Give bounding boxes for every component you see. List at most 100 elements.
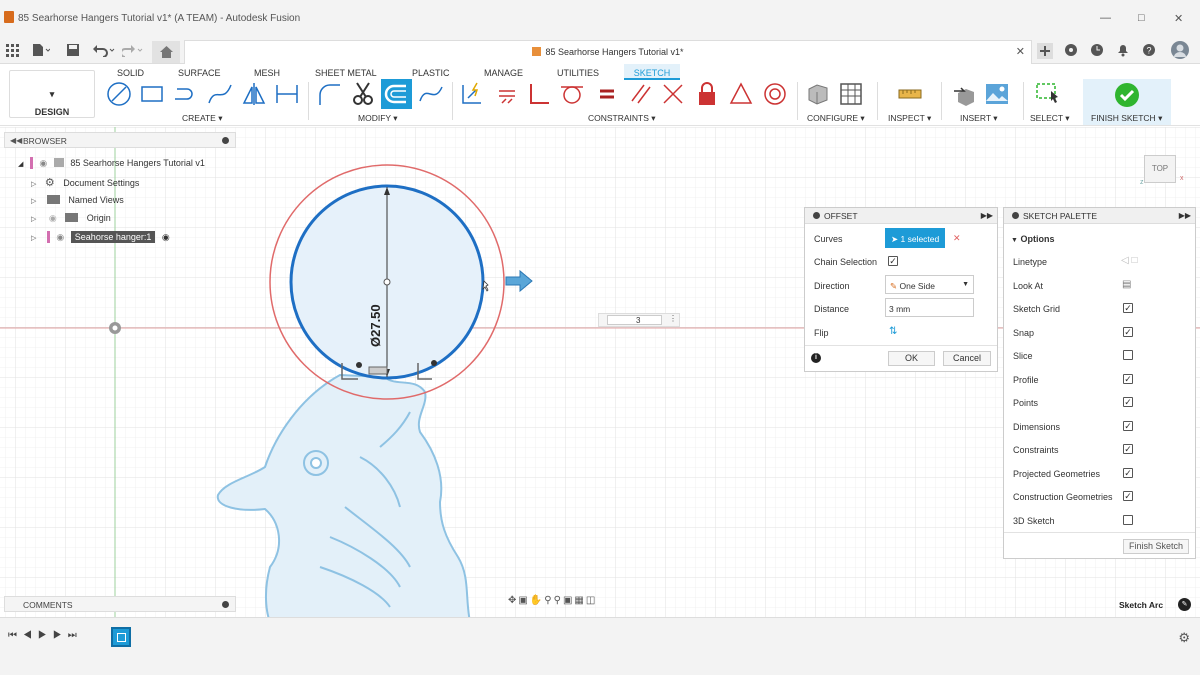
undo-icon[interactable] bbox=[92, 43, 116, 57]
expand-palette-icon[interactable]: ▶▶ bbox=[1179, 211, 1191, 220]
diameter-dimension-label[interactable]: Ø27.50 bbox=[368, 304, 383, 347]
modify-group-label[interactable]: MODIFY ▾ bbox=[358, 113, 398, 124]
new-tab-icon[interactable] bbox=[1037, 43, 1053, 59]
go-to-start-icon[interactable]: ⏮ bbox=[8, 630, 23, 641]
mirror-icon[interactable] bbox=[241, 81, 267, 107]
palette-option-checkbox[interactable] bbox=[1123, 350, 1133, 360]
spline-icon[interactable] bbox=[207, 81, 233, 107]
circle-arc-icon[interactable] bbox=[172, 81, 198, 107]
palette-option-checkbox[interactable]: ✓ bbox=[1123, 397, 1133, 407]
expand-arrow-icon[interactable]: ▷ bbox=[31, 181, 36, 188]
browser-item-document-settings[interactable]: ▷ ⚙ Document Settings bbox=[31, 176, 139, 189]
tab-utilities[interactable]: UTILITIES bbox=[557, 68, 599, 78]
tab-solid[interactable]: SOLID bbox=[117, 68, 144, 78]
play-icon[interactable]: ▶ bbox=[38, 630, 53, 641]
trim-icon[interactable] bbox=[350, 81, 376, 107]
configure-table-icon[interactable] bbox=[838, 81, 864, 107]
create-group-label[interactable]: CREATE ▾ bbox=[182, 113, 223, 124]
palette-option-checkbox[interactable] bbox=[1123, 514, 1133, 525]
fillet-icon[interactable] bbox=[316, 81, 342, 107]
more-options-icon[interactable]: ⋮ bbox=[669, 314, 677, 323]
palette-option-checkbox[interactable]: ✓ bbox=[1123, 420, 1133, 431]
tab-plastic[interactable]: PLASTIC bbox=[412, 68, 450, 78]
help-icon[interactable]: ? bbox=[1142, 43, 1156, 57]
extensions-icon[interactable] bbox=[1064, 43, 1078, 57]
document-tab[interactable]: 85 Searhorse Hangers Tutorial v1* ✕ bbox=[184, 40, 1032, 64]
direction-select[interactable]: ✎ One Side ▼ bbox=[885, 275, 974, 294]
notifications-icon[interactable] bbox=[1116, 43, 1130, 57]
insert-derive-icon[interactable] bbox=[952, 81, 978, 107]
grid-settings-icon[interactable]: ▦ bbox=[574, 595, 585, 606]
curves-selection-button[interactable]: ➤ 1 selected bbox=[885, 228, 945, 248]
distance-input[interactable]: 3 mm bbox=[885, 298, 974, 317]
configure-group-label[interactable]: CONFIGURE ▾ bbox=[807, 113, 865, 124]
perpendicular-constraint-icon[interactable] bbox=[526, 81, 552, 107]
dimension-icon[interactable] bbox=[274, 81, 300, 107]
pin-icon[interactable] bbox=[222, 137, 229, 144]
visibility-eye-icon[interactable]: ◉ bbox=[56, 232, 64, 242]
palette-option-checkbox[interactable]: ✓ bbox=[1123, 444, 1133, 454]
display-settings-icon[interactable]: ▣ bbox=[563, 595, 574, 606]
activate-radio-icon[interactable]: ◉ bbox=[162, 232, 170, 242]
cancel-button[interactable]: Cancel bbox=[943, 351, 991, 366]
maximize-icon[interactable]: □ bbox=[1138, 12, 1145, 24]
tab-surface[interactable]: SURFACE bbox=[178, 68, 221, 78]
offset-tool-button[interactable] bbox=[381, 79, 412, 109]
info-icon[interactable]: i bbox=[811, 353, 821, 363]
user-avatar-icon[interactable] bbox=[1170, 40, 1190, 60]
tab-manage[interactable]: MANAGE bbox=[484, 68, 523, 78]
construction-linetype-icon[interactable]: ◁ □ bbox=[1121, 255, 1138, 266]
flip-icon[interactable]: ⇅ bbox=[889, 326, 897, 337]
orbit-icon[interactable]: ✥ bbox=[508, 595, 518, 606]
redo-icon[interactable] bbox=[122, 43, 146, 57]
ok-button[interactable]: OK bbox=[888, 351, 935, 366]
palette-option-checkbox[interactable]: ✓ bbox=[1123, 491, 1133, 501]
zoom-window-icon[interactable]: ⚲ bbox=[554, 595, 563, 606]
fix-constraint-icon[interactable] bbox=[459, 81, 485, 107]
timeline-settings-icon[interactable]: ⚙ bbox=[1178, 630, 1190, 646]
visibility-eye-icon[interactable]: ◉ bbox=[39, 158, 47, 168]
concentric-constraint-icon[interactable] bbox=[762, 81, 788, 107]
expand-arrow-icon[interactable]: ▷ bbox=[31, 198, 36, 205]
timeline-sketch-feature[interactable] bbox=[111, 627, 131, 647]
tab-mesh[interactable]: MESH bbox=[254, 68, 280, 78]
collapse-icon[interactable]: ◀◀ bbox=[10, 136, 22, 145]
browser-item-named-views[interactable]: ▷ Named Views bbox=[31, 195, 124, 205]
palette-option-checkbox[interactable]: ✓ bbox=[1123, 303, 1133, 313]
select-group-label[interactable]: SELECT ▾ bbox=[1030, 113, 1070, 124]
collinear-constraint-icon[interactable] bbox=[660, 81, 686, 107]
browser-item-seahorse-hanger[interactable]: ▷ ◉ Seahorse hanger:1 ◉ bbox=[31, 231, 170, 243]
palette-option-checkbox[interactable]: ✓ bbox=[1123, 373, 1133, 384]
apps-grid-icon[interactable] bbox=[6, 44, 20, 58]
browser-root-item[interactable]: ◢ ◉ 85 Searhorse Hangers Tutorial v1 bbox=[18, 157, 205, 169]
inspect-group-label[interactable]: INSPECT ▾ bbox=[888, 113, 931, 124]
close-window-icon[interactable]: ✕ bbox=[1174, 12, 1183, 25]
equal-constraint-icon[interactable] bbox=[594, 81, 620, 107]
palette-option-checkbox[interactable]: ✓ bbox=[1123, 467, 1133, 478]
minimize-icon[interactable]: — bbox=[1100, 12, 1111, 24]
add-comment-icon[interactable] bbox=[222, 601, 229, 608]
close-tab-icon[interactable]: ✕ bbox=[1016, 45, 1025, 58]
file-menu-icon[interactable] bbox=[32, 43, 50, 57]
coincident-constraint-icon[interactable] bbox=[494, 81, 520, 107]
viewports-icon[interactable]: ◫ bbox=[586, 595, 597, 606]
browser-panel-header[interactable]: ◀◀ BROWSER bbox=[4, 132, 236, 148]
hidden-eye-icon[interactable]: ◉ bbox=[49, 213, 57, 223]
options-section-header[interactable]: ▼ Options bbox=[1011, 234, 1054, 244]
symmetry-constraint-icon[interactable] bbox=[728, 81, 754, 107]
workspace-switcher[interactable]: DESIGN ▾ bbox=[9, 70, 95, 118]
lock-constraint-icon[interactable] bbox=[694, 81, 720, 107]
tab-sheet-metal[interactable]: SHEET METAL bbox=[315, 68, 377, 78]
look-at-icon[interactable]: ▤ bbox=[1122, 279, 1131, 290]
pan-icon[interactable]: ✋ bbox=[530, 595, 544, 606]
select-icon[interactable] bbox=[1035, 81, 1061, 107]
measure-icon[interactable] bbox=[897, 81, 923, 107]
expand-dialog-icon[interactable]: ▶▶ bbox=[981, 211, 993, 220]
step-forward-icon[interactable]: ▶ bbox=[53, 630, 68, 641]
browser-item-origin[interactable]: ▷ ◉ Origin bbox=[31, 213, 111, 224]
collapse-arrow-icon[interactable]: ◢ bbox=[18, 161, 23, 168]
finish-sketch-label[interactable]: FINISH SKETCH ▾ bbox=[1091, 113, 1162, 124]
extend-icon[interactable] bbox=[418, 81, 444, 107]
look-icon[interactable]: ▣ bbox=[518, 595, 529, 606]
view-cube[interactable]: TOP bbox=[1144, 155, 1176, 183]
